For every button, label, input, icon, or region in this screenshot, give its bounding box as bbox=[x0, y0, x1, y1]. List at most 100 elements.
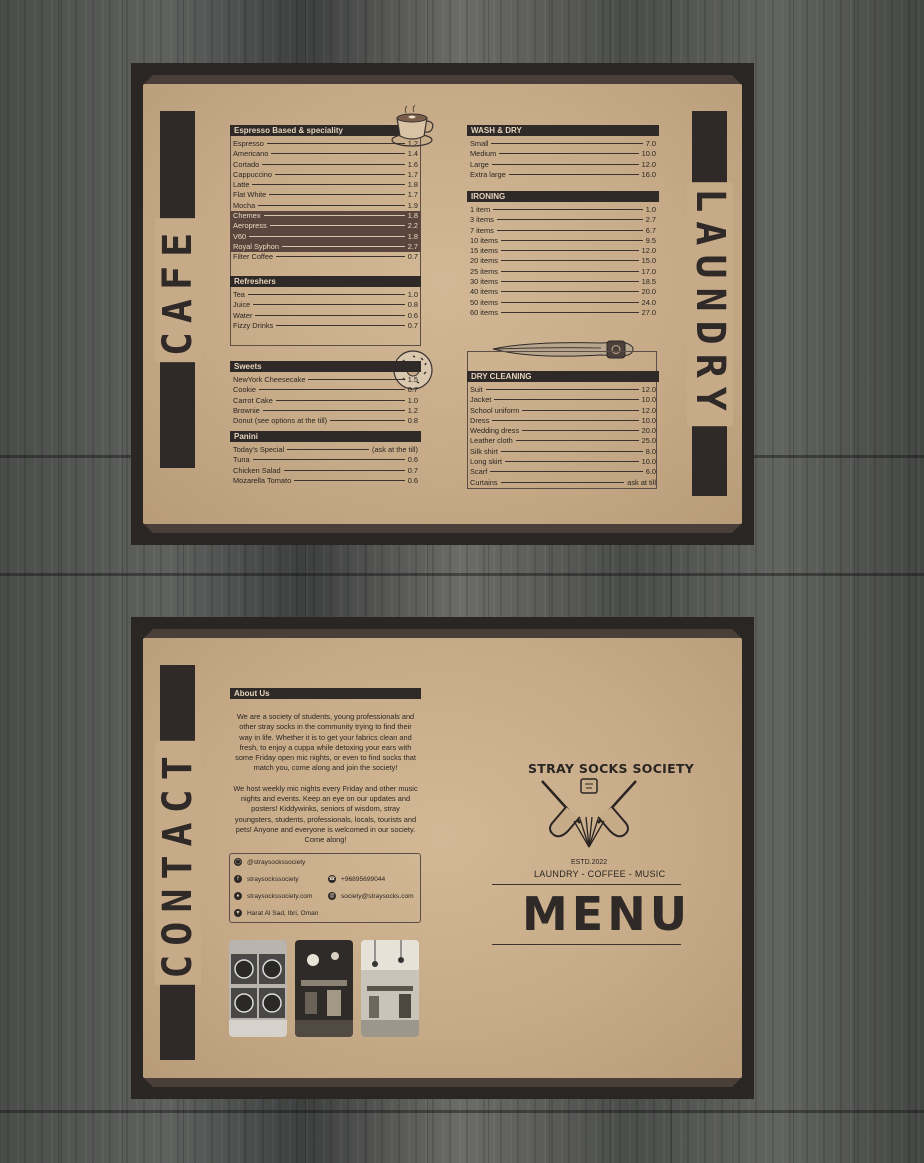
item-name: 30 items bbox=[470, 277, 498, 287]
dry-cleaning-section: DRY CLEANING Suit 12.0 Jacket 10.0 School un… bbox=[467, 371, 659, 488]
item-name: 25 items bbox=[470, 266, 498, 276]
photo-corner bbox=[131, 511, 165, 545]
item-name: 1 item bbox=[470, 205, 491, 214]
item-name: Espresso bbox=[233, 139, 264, 148]
dotted-leader bbox=[287, 449, 369, 450]
item-price: 17.0 bbox=[641, 266, 656, 276]
photo-corner bbox=[720, 1065, 754, 1099]
item-price: 1.7 bbox=[407, 169, 418, 179]
item-name: Brownie bbox=[233, 405, 260, 415]
item-name: Medium bbox=[470, 149, 497, 159]
item-name: Silk shirt bbox=[470, 446, 498, 456]
laundry-side-bar: LAUNDRY bbox=[686, 111, 733, 496]
menu-cover-sheet: CONTACT About Us We are a society of stu… bbox=[131, 617, 754, 1099]
section-header: Sweets bbox=[230, 361, 421, 372]
facebook-link[interactable]: f straysockssociety bbox=[234, 875, 299, 883]
item-price: 12.0 bbox=[641, 159, 656, 169]
menu-item-row: Brownie 1.2 bbox=[230, 406, 421, 416]
item-name: Suit bbox=[470, 385, 483, 394]
location-pin-icon: ▼ bbox=[234, 909, 242, 917]
item-price: 24.0 bbox=[641, 297, 656, 307]
menu-item-row: Curtains ask at till bbox=[467, 478, 659, 488]
item-price: 10.0 bbox=[641, 415, 656, 425]
photo-corner bbox=[720, 63, 754, 97]
item-name: Chemex bbox=[233, 211, 261, 221]
dotted-leader bbox=[500, 250, 639, 252]
menu-item-row: Royal Syphon 2.7 bbox=[230, 241, 421, 253]
mail-icon: @ bbox=[328, 892, 336, 900]
menu-item-row: Mozarella Tomato 0.6 bbox=[230, 476, 421, 486]
menu-item-row: 7 items 6.7 bbox=[467, 226, 659, 236]
dotted-leader bbox=[491, 163, 639, 165]
website-link[interactable]: ● straysockssociety.com bbox=[234, 892, 312, 900]
item-price: (ask at the till) bbox=[371, 445, 418, 454]
item-price: 0.8 bbox=[407, 416, 418, 426]
dotted-leader bbox=[276, 256, 405, 258]
item-price: 15.0 bbox=[641, 256, 656, 266]
email-address: society@straysocks.com bbox=[341, 892, 414, 900]
sweets-list: NewYork Cheesecake 1.5 Cookie 0.7 Carrot Cak… bbox=[230, 375, 421, 426]
dotted-leader bbox=[269, 194, 405, 196]
item-price: 16.0 bbox=[641, 169, 656, 179]
item-price: 9.5 bbox=[645, 235, 656, 245]
dotted-leader bbox=[253, 304, 405, 306]
menu-item-row: 25 items 17.0 bbox=[467, 267, 659, 277]
dotted-leader bbox=[515, 440, 639, 442]
item-price: 2.7 bbox=[407, 241, 418, 251]
established-year: ESTD.2022 bbox=[571, 859, 608, 866]
phone-link[interactable]: ☎ +96895699044 bbox=[328, 875, 385, 883]
item-price: 2.7 bbox=[645, 215, 656, 225]
contact-side-bar: CONTACT bbox=[154, 665, 201, 1060]
dotted-leader bbox=[500, 270, 639, 272]
about-text: We are a society of students, young prof… bbox=[230, 712, 421, 846]
item-name: Chicken Salad bbox=[233, 465, 281, 475]
item-price: 1.6 bbox=[407, 159, 418, 169]
email-link[interactable]: @ society@straysocks.com bbox=[328, 892, 414, 900]
item-price: 12.0 bbox=[641, 385, 656, 394]
divider-line bbox=[492, 884, 681, 885]
item-price: 20.0 bbox=[641, 426, 656, 436]
shop-photo bbox=[361, 940, 419, 1037]
menu-item-row: Aeropress 2.2 bbox=[230, 221, 421, 232]
menu-item-row: 50 items 24.0 bbox=[467, 298, 659, 308]
item-name: Juice bbox=[233, 300, 251, 310]
item-name: Tea bbox=[233, 290, 245, 299]
menu-item-row: Cookie 0.7 bbox=[230, 385, 421, 395]
item-price: 1.0 bbox=[407, 290, 418, 299]
coffee-cup-icon bbox=[391, 104, 434, 147]
item-price: 0.7 bbox=[407, 385, 418, 395]
item-name: 60 items bbox=[470, 307, 498, 317]
item-name: Small bbox=[470, 139, 489, 148]
dotted-leader bbox=[500, 450, 643, 452]
cafe-title: CAFE bbox=[154, 217, 201, 362]
dotted-leader bbox=[252, 459, 405, 461]
dotted-leader bbox=[500, 260, 639, 262]
menu-item-row: Fizzy Drinks 0.7 bbox=[230, 321, 421, 331]
item-name: Dress bbox=[470, 415, 490, 425]
menu-item-row: Tea 1.0 bbox=[230, 290, 421, 300]
dotted-leader bbox=[247, 294, 405, 295]
item-price: 20.0 bbox=[641, 287, 656, 297]
instagram-link[interactable]: ◯ @straysockssociety bbox=[234, 858, 305, 866]
about-paragraph: We are a society of students, young prof… bbox=[235, 712, 416, 773]
item-price: 10.0 bbox=[641, 149, 656, 159]
menu-item-row: 30 items 18.5 bbox=[467, 277, 659, 287]
photo-corner bbox=[720, 511, 754, 545]
item-name: Cappuccino bbox=[233, 169, 273, 179]
dotted-leader bbox=[263, 215, 405, 217]
menu-item-row: Jacket 10.0 bbox=[467, 395, 659, 405]
dotted-leader bbox=[493, 209, 643, 210]
menu-item-row: Carrot Cake 1.0 bbox=[230, 396, 421, 406]
address-link[interactable]: ▼ Harat Al Sad, Ibri, Oman bbox=[234, 909, 318, 917]
facebook-icon: f bbox=[234, 875, 242, 883]
item-name: Wedding dress bbox=[470, 426, 520, 436]
dotted-leader bbox=[330, 420, 405, 422]
item-name: 7 items bbox=[470, 225, 494, 235]
dotted-leader bbox=[294, 479, 405, 481]
contact-info-box: ◯ @straysockssociety f straysockssociety… bbox=[229, 853, 421, 923]
item-price: 0.7 bbox=[407, 252, 418, 262]
website-url: straysockssociety.com bbox=[247, 892, 313, 900]
panini-section: Panini Today's Special (ask at the till) T… bbox=[230, 431, 421, 486]
about-section: About Us We are a society of students, y… bbox=[230, 688, 421, 846]
divider-line bbox=[492, 944, 681, 945]
